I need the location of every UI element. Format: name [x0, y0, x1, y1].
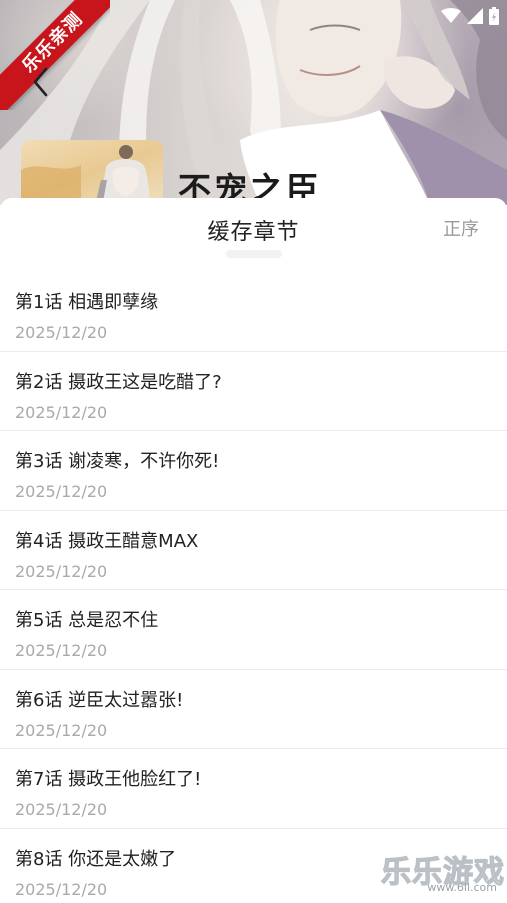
watermark-url: www.6ll.com [427, 881, 497, 894]
chapter-title: 第7话 摄政王他脸红了! [15, 769, 202, 790]
chapter-item[interactable]: 第6话 逆臣太过嚣张! 2025/12/20 [0, 670, 507, 749]
site-watermark: 乐乐游戏 www.6ll.com [380, 847, 507, 895]
chapter-date: 2025/12/20 [15, 482, 108, 501]
chapter-item[interactable]: 第7话 摄政王他脸红了! 2025/12/20 [0, 749, 507, 829]
cover-artwork [21, 145, 152, 205]
back-button[interactable] [26, 64, 56, 100]
chapter-title: 第1话 相遇即孽缘 [15, 292, 159, 313]
chapter-item[interactable]: 第3话 谢凌寒，不许你死! 2025/12/20 [0, 431, 507, 511]
chapter-list: 第1话 相遇即孽缘 2025/12/20 第2话 摄政王这是吃醋了? 2025/… [0, 272, 507, 903]
comic-cover [21, 140, 163, 205]
chapter-date: 2025/12/20 [15, 800, 108, 819]
signal-icon [467, 8, 483, 24]
chapter-date: 2025/12/20 [15, 879, 108, 899]
chapter-date: 2025/12/20 [15, 323, 108, 342]
chapter-title: 第8话 你还是太嫩了 [15, 848, 177, 870]
sort-order-button[interactable]: 正序 [443, 215, 479, 241]
chapter-item[interactable]: 第5话 总是忍不住 2025/12/20 [0, 590, 507, 670]
wifi-icon [441, 8, 461, 23]
chapter-item[interactable]: 第1话 相遇即孽缘 2025/12/20 [0, 272, 507, 352]
chapter-item[interactable]: 第4话 摄政王醋意MAX 2025/12/20 [0, 511, 507, 590]
drag-handle[interactable] [226, 250, 282, 258]
chapter-title: 第4话 摄政王醋意MAX [15, 530, 199, 552]
cache-chapters-sheet: 缓存章节 正序 第1话 相遇即孽缘 2025/12/20 第2话 摄政王这是吃醋… [0, 198, 507, 903]
chapter-title: 第5话 总是忍不住 [15, 610, 159, 631]
chapter-title: 第2话 摄政王这是吃醋了? [15, 371, 222, 393]
chapter-date: 2025/12/20 [15, 561, 108, 581]
sheet-title: 缓存章节 [207, 220, 300, 245]
comic-banner: 乐乐亲测 不宠之臣 [0, 0, 507, 205]
sheet-header: 缓存章节 正序 [0, 198, 507, 260]
chapter-date: 2025/12/20 [15, 720, 108, 740]
chevron-left-icon [33, 67, 48, 97]
status-bar [441, 6, 499, 26]
chapter-date: 2025/12/20 [15, 641, 108, 660]
chapter-title: 第3话 谢凌寒，不许你死! [15, 451, 220, 472]
chapter-item[interactable]: 第2话 摄政王这是吃醋了? 2025/12/20 [0, 352, 507, 431]
chapter-date: 2025/12/20 [15, 402, 108, 422]
chapter-title: 第6话 逆臣太过嚣张! [15, 689, 184, 711]
battery-icon [489, 7, 499, 25]
